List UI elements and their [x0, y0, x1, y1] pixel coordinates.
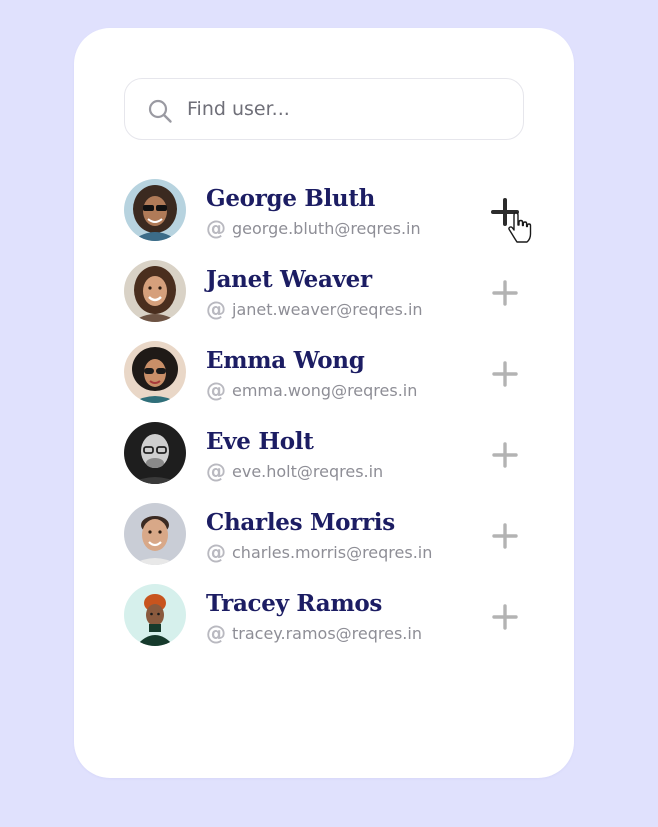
email-text: charles.morris@reqres.in [232, 542, 433, 562]
search-icon [148, 99, 172, 123]
user-email: @ janet.weaver@reqres.in [206, 299, 423, 319]
user-email: @ george.bluth@reqres.in [206, 218, 421, 238]
email-text: george.bluth@reqres.in [232, 218, 421, 238]
list-item: Janet Weaver @ janet.weaver@reqres.in [124, 260, 534, 341]
plus-icon [492, 604, 518, 630]
user-email: @ eve.holt@reqres.in [206, 461, 383, 481]
plus-icon [491, 198, 519, 226]
add-user-button[interactable] [487, 275, 523, 311]
email-text: emma.wong@reqres.in [232, 380, 418, 400]
list-item: Emma Wong @ emma.wong@reqres.in [124, 341, 534, 422]
portrait-charles-icon [124, 503, 186, 565]
at-icon: @ [206, 216, 226, 240]
email-text: eve.holt@reqres.in [232, 461, 384, 481]
user-name: Emma Wong [206, 347, 365, 374]
list-item: George Bluth @ george.bluth@reqres.in [124, 179, 534, 260]
add-user-button[interactable] [487, 599, 523, 635]
avatar [124, 179, 186, 241]
avatar [124, 584, 186, 646]
search-input[interactable] [187, 79, 507, 139]
portrait-emma-icon [124, 341, 186, 403]
user-name: Eve Holt [206, 428, 314, 455]
avatar [124, 503, 186, 565]
user-name: Janet Weaver [206, 266, 372, 293]
user-email: @ tracey.ramos@reqres.in [206, 623, 422, 643]
user-name: Tracey Ramos [206, 590, 383, 617]
add-user-button[interactable] [487, 437, 523, 473]
plus-icon [492, 523, 518, 549]
plus-icon [492, 280, 518, 306]
plus-icon [492, 361, 518, 387]
add-user-button[interactable] [487, 518, 523, 554]
list-item: Charles Morris @ charles.morris@reqres.i… [124, 503, 534, 584]
at-icon: @ [206, 459, 226, 483]
at-icon: @ [206, 621, 226, 645]
email-text: janet.weaver@reqres.in [232, 299, 423, 319]
user-search-card: George Bluth @ george.bluth@reqres.in [74, 28, 574, 778]
user-email: @ charles.morris@reqres.in [206, 542, 432, 562]
portrait-tracey-icon [124, 584, 186, 646]
portrait-eve-icon [124, 422, 186, 484]
user-email: @ emma.wong@reqres.in [206, 380, 417, 400]
at-icon: @ [206, 378, 226, 402]
list-item: Eve Holt @ eve.holt@reqres.in [124, 422, 534, 503]
portrait-george-icon [124, 179, 186, 241]
list-item: Tracey Ramos @ tracey.ramos@reqres.in [124, 584, 534, 665]
email-text: tracey.ramos@reqres.in [232, 623, 422, 643]
portrait-janet-icon [124, 260, 186, 322]
user-name: George Bluth [206, 185, 376, 212]
avatar [124, 422, 186, 484]
user-list: George Bluth @ george.bluth@reqres.in Ja… [124, 179, 534, 665]
add-user-button[interactable] [487, 356, 523, 392]
at-icon: @ [206, 540, 226, 564]
plus-icon [492, 442, 518, 468]
search-box[interactable] [124, 78, 524, 140]
avatar [124, 341, 186, 403]
user-name: Charles Morris [206, 509, 395, 536]
at-icon: @ [206, 297, 226, 321]
avatar [124, 260, 186, 322]
add-user-button[interactable] [487, 194, 523, 230]
